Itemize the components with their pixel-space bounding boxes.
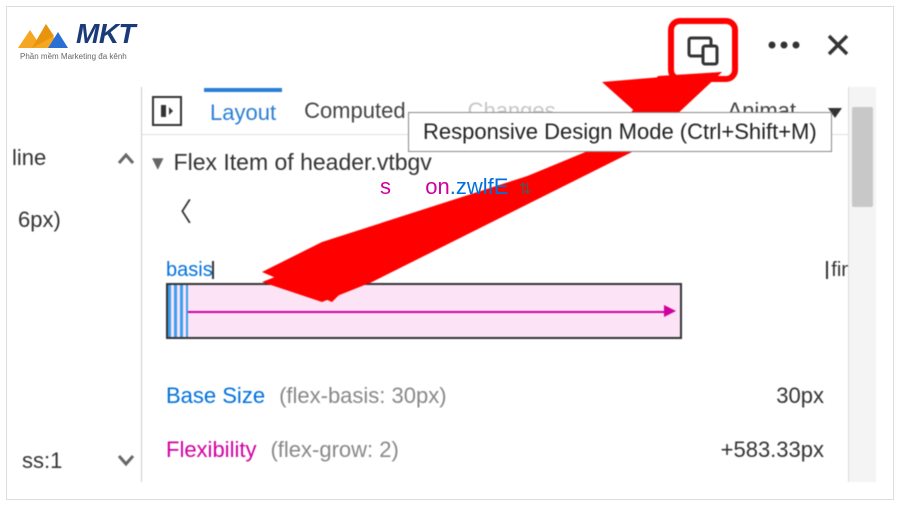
logo-subtitle: Phần mềm Marketing đa kênh [20,52,127,61]
flexibility-label: Flexibility [166,437,256,463]
close-icon[interactable] [820,27,856,63]
more-icon[interactable] [766,27,802,63]
base-size-value: 30px [776,383,824,409]
rules-text-6px: 6px) [18,207,61,233]
breadcrumb-element[interactable]: section.zwlfE ⇅ [380,174,532,200]
scroll-up-icon[interactable] [113,145,139,173]
logo-text: MKT [76,18,135,50]
logo-mark-icon [18,18,70,50]
flexibility-value: +583.33px [721,437,824,463]
responsive-design-mode-icon[interactable] [685,32,721,68]
base-size-label: Base Size [166,383,265,409]
scroll-down-icon[interactable] [113,446,139,474]
collapse-triangle-icon: ▾ [152,149,164,176]
rules-text-line: line [12,145,46,171]
breadcrumb-back-icon[interactable]: 〈 [166,192,192,229]
panel-toggle-icon[interactable] [152,96,182,126]
label-basis: basis [166,259,213,282]
base-size-note: (flex-basis: 30px) [279,383,447,409]
rules-panel-slice: line 6px) ss:1 [12,87,142,482]
sort-icon[interactable]: ⇅ [519,181,532,198]
rules-text-ss1: ss:1 [22,448,62,474]
scrollbar[interactable] [848,87,876,482]
flexibility-note: (flex-grow: 2) [270,437,398,463]
mkt-logo: MKT [18,18,135,50]
scrollbar-thumb[interactable] [852,107,873,207]
tooltip: Responsive Design Mode (Ctrl+Shift+M) [408,112,832,152]
